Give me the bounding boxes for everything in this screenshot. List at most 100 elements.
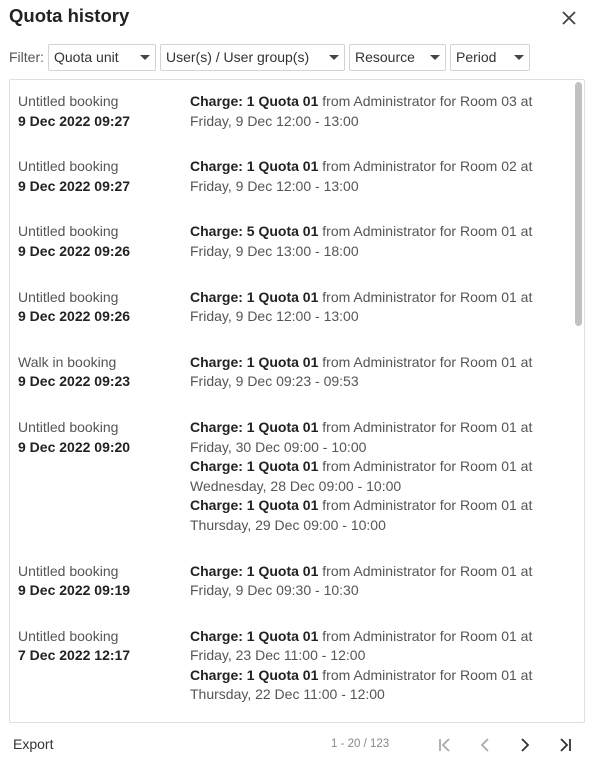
booking-date: 9 Dec 2022 09:26 <box>18 308 131 325</box>
charge-line: Charge: 1 Quota 01 from Administrator fo… <box>190 353 570 392</box>
entry-booking-info: Untitled booking 7 Dec 2022 12:17 <box>18 627 190 705</box>
charge-type: Charge: <box>190 562 243 579</box>
charge-amount: 1 Quota 01 <box>246 418 319 435</box>
quota-history-list[interactable]: Untitled booking 9 Dec 2022 09:27 Charge: … <box>9 79 585 723</box>
dialog-footer: Export 1 - 20 / 123 <box>0 730 595 760</box>
last-page-button[interactable] <box>554 734 576 756</box>
booking-date: 9 Dec 2022 09:19 <box>18 582 131 599</box>
prev-page-button[interactable] <box>474 734 496 756</box>
chevron-down-icon <box>140 54 150 60</box>
charge-amount: 1 Quota 01 <box>246 93 319 109</box>
booking-name: Untitled booking <box>18 93 119 109</box>
history-entry: Untitled booking 9 Dec 2022 09:26 Charge: … <box>10 210 570 275</box>
history-entry: Walk in booking 9 Dec 2022 09:23 Charge: 1… <box>10 341 570 406</box>
booking-date: 9 Dec 2022 09:26 <box>18 242 131 259</box>
entry-charges: Charge: 1 Quota 01 from Administrator fo… <box>190 92 570 131</box>
next-page-icon <box>521 738 530 752</box>
booking-name: Untitled booking <box>18 562 119 579</box>
booking-name: Untitled booking <box>18 223 119 240</box>
history-entry: Untitled booking 9 Dec 2022 09:20 Charge: … <box>10 406 570 550</box>
period-filter-label: Period <box>456 49 497 65</box>
entry-booking-info: Untitled booking 9 Dec 2022 09:20 <box>18 418 190 536</box>
charge-amount: 1 Quota 01 <box>246 158 319 175</box>
next-page-button[interactable] <box>514 734 536 756</box>
entry-charges: Charge: 5 Quota 01 from Administrator fo… <box>190 222 570 261</box>
booking-date: 9 Dec 2022 09:27 <box>18 177 131 194</box>
quota-unit-filter-label: Quota unit <box>54 49 119 65</box>
close-button[interactable] <box>556 6 582 30</box>
charge-amount: 1 Quota 01 <box>246 497 319 514</box>
booking-date: 9 Dec 2022 09:27 <box>18 112 131 129</box>
pagination-range: 1 - 20 / 123 <box>331 738 390 750</box>
chevron-down-icon <box>430 54 440 60</box>
charge-line: Charge: 1 Quota 01 from Administrator fo… <box>190 418 570 457</box>
entry-booking-info: Untitled booking 9 Dec 2022 09:26 <box>18 222 190 261</box>
charge-line: Charge: 1 Quota 01 from Administrator fo… <box>190 627 570 666</box>
history-entry: Untitled booking 9 Dec 2022 09:27 Charge: … <box>10 80 570 145</box>
chevron-down-icon <box>514 54 524 60</box>
charge-line: Charge: 1 Quota 01 from Administrator fo… <box>190 92 570 131</box>
charge-type: Charge: <box>190 223 243 240</box>
booking-date: 9 Dec 2022 09:20 <box>18 438 131 455</box>
charge-line: Charge: 1 Quota 01 from Administrator fo… <box>190 457 570 496</box>
charge-line: Charge: 5 Quota 01 from Administrator fo… <box>190 222 570 261</box>
charge-amount: 1 Quota 01 <box>246 458 319 475</box>
resource-filter[interactable]: Resource <box>349 43 446 71</box>
charge-amount: 5 Quota 01 <box>246 223 319 240</box>
charge-type: Charge: <box>190 158 243 175</box>
entry-charges: Charge: 1 Quota 01 from Administrator fo… <box>190 418 570 536</box>
charge-line: Charge: 1 Quota 01 from Administrator fo… <box>190 288 570 327</box>
period-filter[interactable]: Period <box>450 43 530 71</box>
prev-page-icon <box>480 738 489 752</box>
history-entry: Untitled booking 9 Dec 2022 09:26 Charge: … <box>10 276 570 341</box>
charge-line: Charge: 1 Quota 01 from Administrator fo… <box>190 666 570 705</box>
first-page-icon <box>439 738 450 752</box>
chevron-down-icon <box>329 54 339 60</box>
charge-amount: 1 Quota 01 <box>246 353 319 370</box>
first-page-button[interactable] <box>434 734 456 756</box>
history-entry: Untitled booking 9 Dec 2022 09:19 Charge: … <box>10 550 570 615</box>
entry-charges: Charge: 1 Quota 01 from Administrator fo… <box>190 157 570 196</box>
entry-charges: Charge: 1 Quota 01 from Administrator fo… <box>190 353 570 392</box>
booking-date: 9 Dec 2022 09:23 <box>18 373 131 390</box>
entry-list: Untitled booking 9 Dec 2022 09:27 Charge: … <box>10 80 570 722</box>
booking-name: Untitled booking <box>18 158 119 175</box>
charge-line: Charge: 1 Quota 01 from Administrator fo… <box>190 157 570 196</box>
charge-amount: 1 Quota 01 <box>246 288 319 305</box>
filter-bar: Filter: Quota unit User(s) / User group(… <box>9 43 534 71</box>
charge-type: Charge: <box>190 418 243 435</box>
charge-type: Charge: <box>190 353 243 370</box>
charge-type: Charge: <box>190 666 243 683</box>
entry-charges: Charge: 1 Quota 01 from Administrator fo… <box>190 562 570 601</box>
entry-booking-info: Walk in booking 9 Dec 2022 09:23 <box>18 353 190 392</box>
history-entry: Untitled booking 7 Dec 2022 12:17 Charge: … <box>10 615 570 719</box>
users-filter-label: User(s) / User group(s) <box>166 49 310 65</box>
history-entry: Untitled booking 9 Dec 2022 09:27 Charge: … <box>10 145 570 210</box>
close-icon <box>562 11 576 25</box>
booking-name: Untitled booking <box>18 418 119 435</box>
dialog-title: Quota history <box>9 5 130 26</box>
booking-name: Untitled booking <box>18 627 119 644</box>
charge-type: Charge: <box>190 458 243 475</box>
history-entry: Untitled bookingRefund: 1 Quota 01 to Ad… <box>10 719 570 722</box>
export-button[interactable]: Export <box>13 736 53 752</box>
resource-filter-label: Resource <box>355 49 415 65</box>
charge-line: Charge: 1 Quota 01 from Administrator fo… <box>190 562 570 601</box>
booking-name: Walk in booking <box>18 353 117 370</box>
booking-date: 7 Dec 2022 12:17 <box>18 647 131 664</box>
charge-type: Charge: <box>190 93 243 109</box>
charge-type: Charge: <box>190 497 243 514</box>
charge-type: Charge: <box>190 627 243 644</box>
last-page-icon <box>560 738 571 752</box>
charge-type: Charge: <box>190 288 243 305</box>
charge-line: Charge: 1 Quota 01 from Administrator fo… <box>190 496 570 535</box>
booking-name: Untitled booking <box>18 288 119 305</box>
scrollbar-thumb[interactable] <box>575 82 582 326</box>
entry-booking-info: Untitled booking 9 Dec 2022 09:26 <box>18 288 190 327</box>
charge-amount: 1 Quota 01 <box>246 627 319 644</box>
users-filter[interactable]: User(s) / User group(s) <box>160 43 345 71</box>
entry-booking-info: Untitled booking 9 Dec 2022 09:27 <box>18 92 190 131</box>
charge-amount: 1 Quota 01 <box>246 562 319 579</box>
entry-booking-info: Untitled booking 9 Dec 2022 09:19 <box>18 562 190 601</box>
quota-unit-filter[interactable]: Quota unit <box>48 43 156 71</box>
